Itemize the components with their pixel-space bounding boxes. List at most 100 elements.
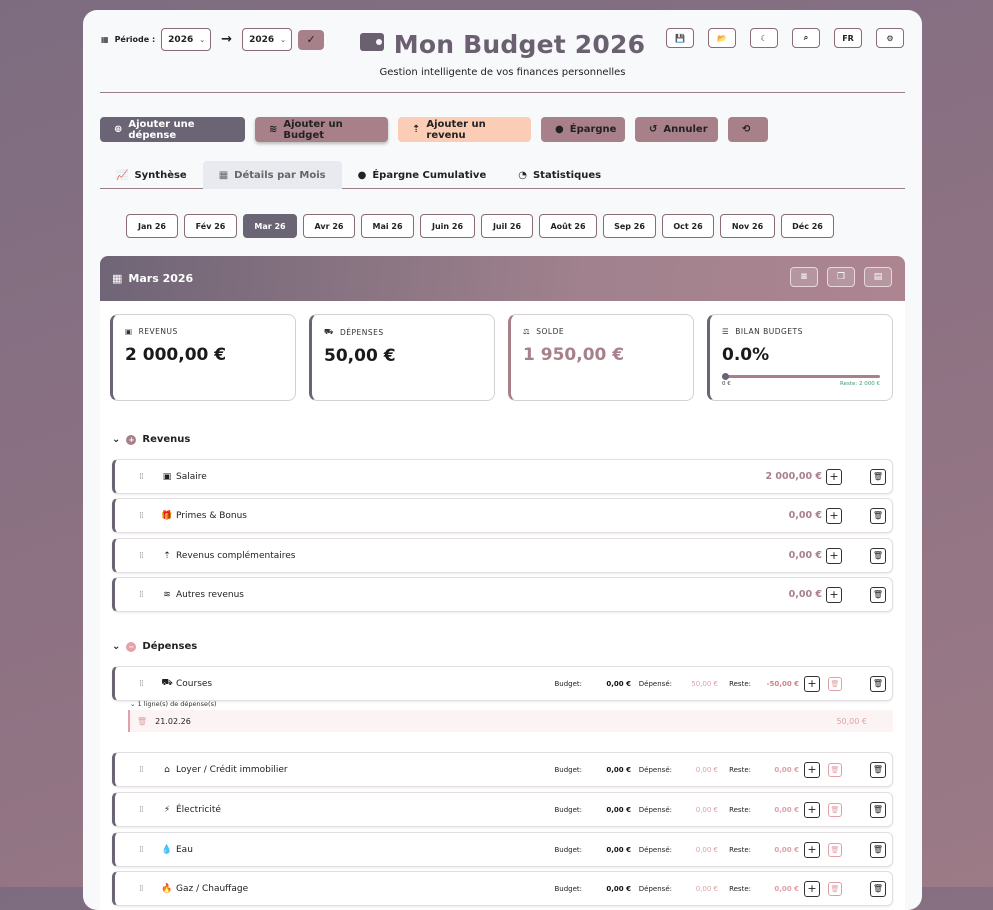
add-line-button[interactable]: +: [826, 586, 842, 603]
month-button[interactable]: Juin 26: [420, 214, 475, 238]
budget-value[interactable]: 0,00 €: [606, 885, 631, 893]
tab-synthese[interactable]: 📈 Synthèse: [100, 161, 203, 189]
savings-button[interactable]: ● Épargne: [541, 117, 625, 142]
delete-button[interactable]: 🗑: [870, 507, 886, 524]
expense-lines-toggle[interactable]: ⌄ 1 ligne(s) de dépense(s): [130, 700, 217, 708]
delete-button[interactable]: 🗑: [870, 761, 886, 778]
dark-mode-button[interactable]: ☾: [750, 28, 778, 48]
save-button[interactable]: 💾: [666, 28, 694, 48]
cancel-button[interactable]: ↺ Annuler: [635, 117, 718, 142]
clear-lines-button[interactable]: 🗑: [828, 881, 842, 896]
income-amount[interactable]: 0,00 €: [789, 550, 822, 561]
pie-chart-icon: ◔: [518, 169, 527, 181]
drag-handle-icon[interactable]: ⁞⁞: [139, 884, 147, 894]
expense-line: 🗑 21.02.26 50,00 €: [128, 710, 893, 732]
hand-coin-icon: ⇡: [163, 550, 171, 561]
drag-handle-icon[interactable]: ⁞⁞: [139, 679, 147, 689]
month-button[interactable]: Juil 26: [481, 214, 533, 238]
add-income-button[interactable]: ⇡ Ajouter un revenu: [398, 117, 531, 142]
trash-icon: 🗑: [872, 472, 884, 481]
archive-button[interactable]: ▤: [864, 267, 892, 287]
month-button[interactable]: Août 26: [539, 214, 597, 238]
expense-line-amount[interactable]: 50,00 €: [836, 717, 867, 726]
drag-handle-icon[interactable]: ⁞⁞: [139, 551, 147, 561]
income-amount[interactable]: 0,00 €: [789, 589, 822, 600]
remaining-value: 0,00 €: [774, 884, 799, 893]
search-button[interactable]: ⌕: [792, 28, 820, 48]
budget-value[interactable]: 0,00 €: [606, 766, 631, 774]
filter-button[interactable]: ≡: [790, 267, 818, 287]
copy-button[interactable]: ❐: [827, 267, 855, 287]
add-line-button[interactable]: +: [804, 841, 820, 858]
month-button[interactable]: Oct 26: [662, 214, 714, 238]
drag-handle-icon[interactable]: ⁞⁞: [139, 765, 147, 775]
stat-cards: ▣ REVENUS 2 000,00 € ⛟ DÉPENSES 50,00 € ⚖ S…: [110, 314, 893, 401]
delete-button[interactable]: 🗑: [870, 468, 886, 485]
income-row: ⁞⁞ 🎁 Primes & Bonus 0,00 € + 🗑: [112, 498, 893, 533]
add-line-button[interactable]: +: [804, 761, 820, 778]
delete-button[interactable]: 🗑: [870, 586, 886, 603]
month-button[interactable]: Mai 26: [361, 214, 414, 238]
revenus-section-toggle[interactable]: ⌄ + Revenus: [112, 434, 190, 445]
delete-button[interactable]: 🗑: [870, 675, 886, 692]
bilan-progress-bar: [722, 373, 880, 380]
add-line-button[interactable]: +: [804, 675, 820, 692]
add-budget-button[interactable]: ≋ Ajouter un Budget: [255, 117, 388, 142]
cart-icon: ⛟: [324, 327, 334, 336]
trash-icon[interactable]: 🗑: [137, 717, 147, 726]
month-button[interactable]: Nov 26: [720, 214, 775, 238]
bilan-card: ☰ BILAN BUDGETS 0.0% 0 € Reste: 2 000 €: [707, 314, 893, 401]
moon-icon: ☾: [760, 33, 768, 43]
clear-lines-button[interactable]: 🗑: [828, 842, 842, 857]
add-line-button[interactable]: +: [826, 468, 842, 485]
month-button[interactable]: Jan 26: [126, 214, 178, 238]
floppy-icon: 💾: [675, 33, 685, 43]
income-amount[interactable]: 0,00 €: [789, 510, 822, 521]
remaining-value: 0,00 €: [774, 805, 799, 814]
income-amount[interactable]: 2 000,00 €: [766, 471, 823, 482]
budget-value[interactable]: 0,00 €: [606, 846, 631, 854]
delete-button[interactable]: 🗑: [870, 801, 886, 818]
depenses-section-toggle[interactable]: ⌄ − Dépenses: [112, 641, 197, 652]
drag-handle-icon[interactable]: ⁞⁞: [139, 845, 147, 855]
piggy-bank-icon: ●: [555, 124, 564, 135]
month-button[interactable]: Sep 26: [603, 214, 656, 238]
budget-value[interactable]: 0,00 €: [606, 680, 631, 688]
add-line-button[interactable]: +: [826, 507, 842, 524]
history-icon: ⟲: [742, 124, 751, 135]
add-line-button[interactable]: +: [804, 880, 820, 897]
month-button[interactable]: Avr 26: [303, 214, 355, 238]
history-button[interactable]: ⟲: [728, 117, 768, 142]
budget-value[interactable]: 0,00 €: [606, 806, 631, 814]
delete-button[interactable]: 🗑: [870, 841, 886, 858]
month-button[interactable]: Fév 26: [184, 214, 237, 238]
language-button[interactable]: FR: [834, 28, 862, 48]
clear-lines-button[interactable]: 🗑: [828, 676, 842, 691]
settings-button[interactable]: ⚙: [876, 28, 904, 48]
drag-handle-icon[interactable]: ⁞⁞: [139, 590, 147, 600]
tab-statistiques[interactable]: ◔ Statistiques: [502, 161, 617, 189]
tab-epargne-cumulative[interactable]: ● Épargne Cumulative: [342, 161, 503, 189]
calendar-icon: ▦: [112, 272, 123, 285]
drag-handle-icon[interactable]: ⁞⁞: [139, 511, 147, 521]
month-button[interactable]: Déc 26: [781, 214, 834, 238]
trash-icon: 🗑: [872, 679, 884, 688]
clear-lines-button[interactable]: 🗑: [828, 802, 842, 817]
drag-handle-icon[interactable]: ⁞⁞: [139, 805, 147, 815]
delete-button[interactable]: 🗑: [870, 880, 886, 897]
month-button[interactable]: Mar 26: [243, 214, 297, 238]
trash-icon: 🗑: [872, 805, 884, 814]
expense-line-date[interactable]: 21.02.26: [155, 717, 191, 726]
trash-icon: 🗑: [872, 511, 884, 520]
add-line-button[interactable]: +: [826, 547, 842, 564]
open-button[interactable]: 📂: [708, 28, 736, 48]
drag-handle-icon[interactable]: ⁞⁞: [139, 472, 147, 482]
month-panel-header: ▦ Mars 2026 ≡ ❐ ▤: [100, 256, 905, 301]
tab-details-par-mois[interactable]: ▦ Détails par Mois: [202, 161, 342, 189]
gift-icon: 🎁: [161, 510, 173, 521]
add-expense-button[interactable]: ⊕ Ajouter une dépense: [100, 117, 245, 142]
clear-lines-button[interactable]: 🗑: [828, 762, 842, 777]
delete-button[interactable]: 🗑: [870, 547, 886, 564]
money-icon: ▣: [125, 327, 133, 336]
add-line-button[interactable]: +: [804, 801, 820, 818]
